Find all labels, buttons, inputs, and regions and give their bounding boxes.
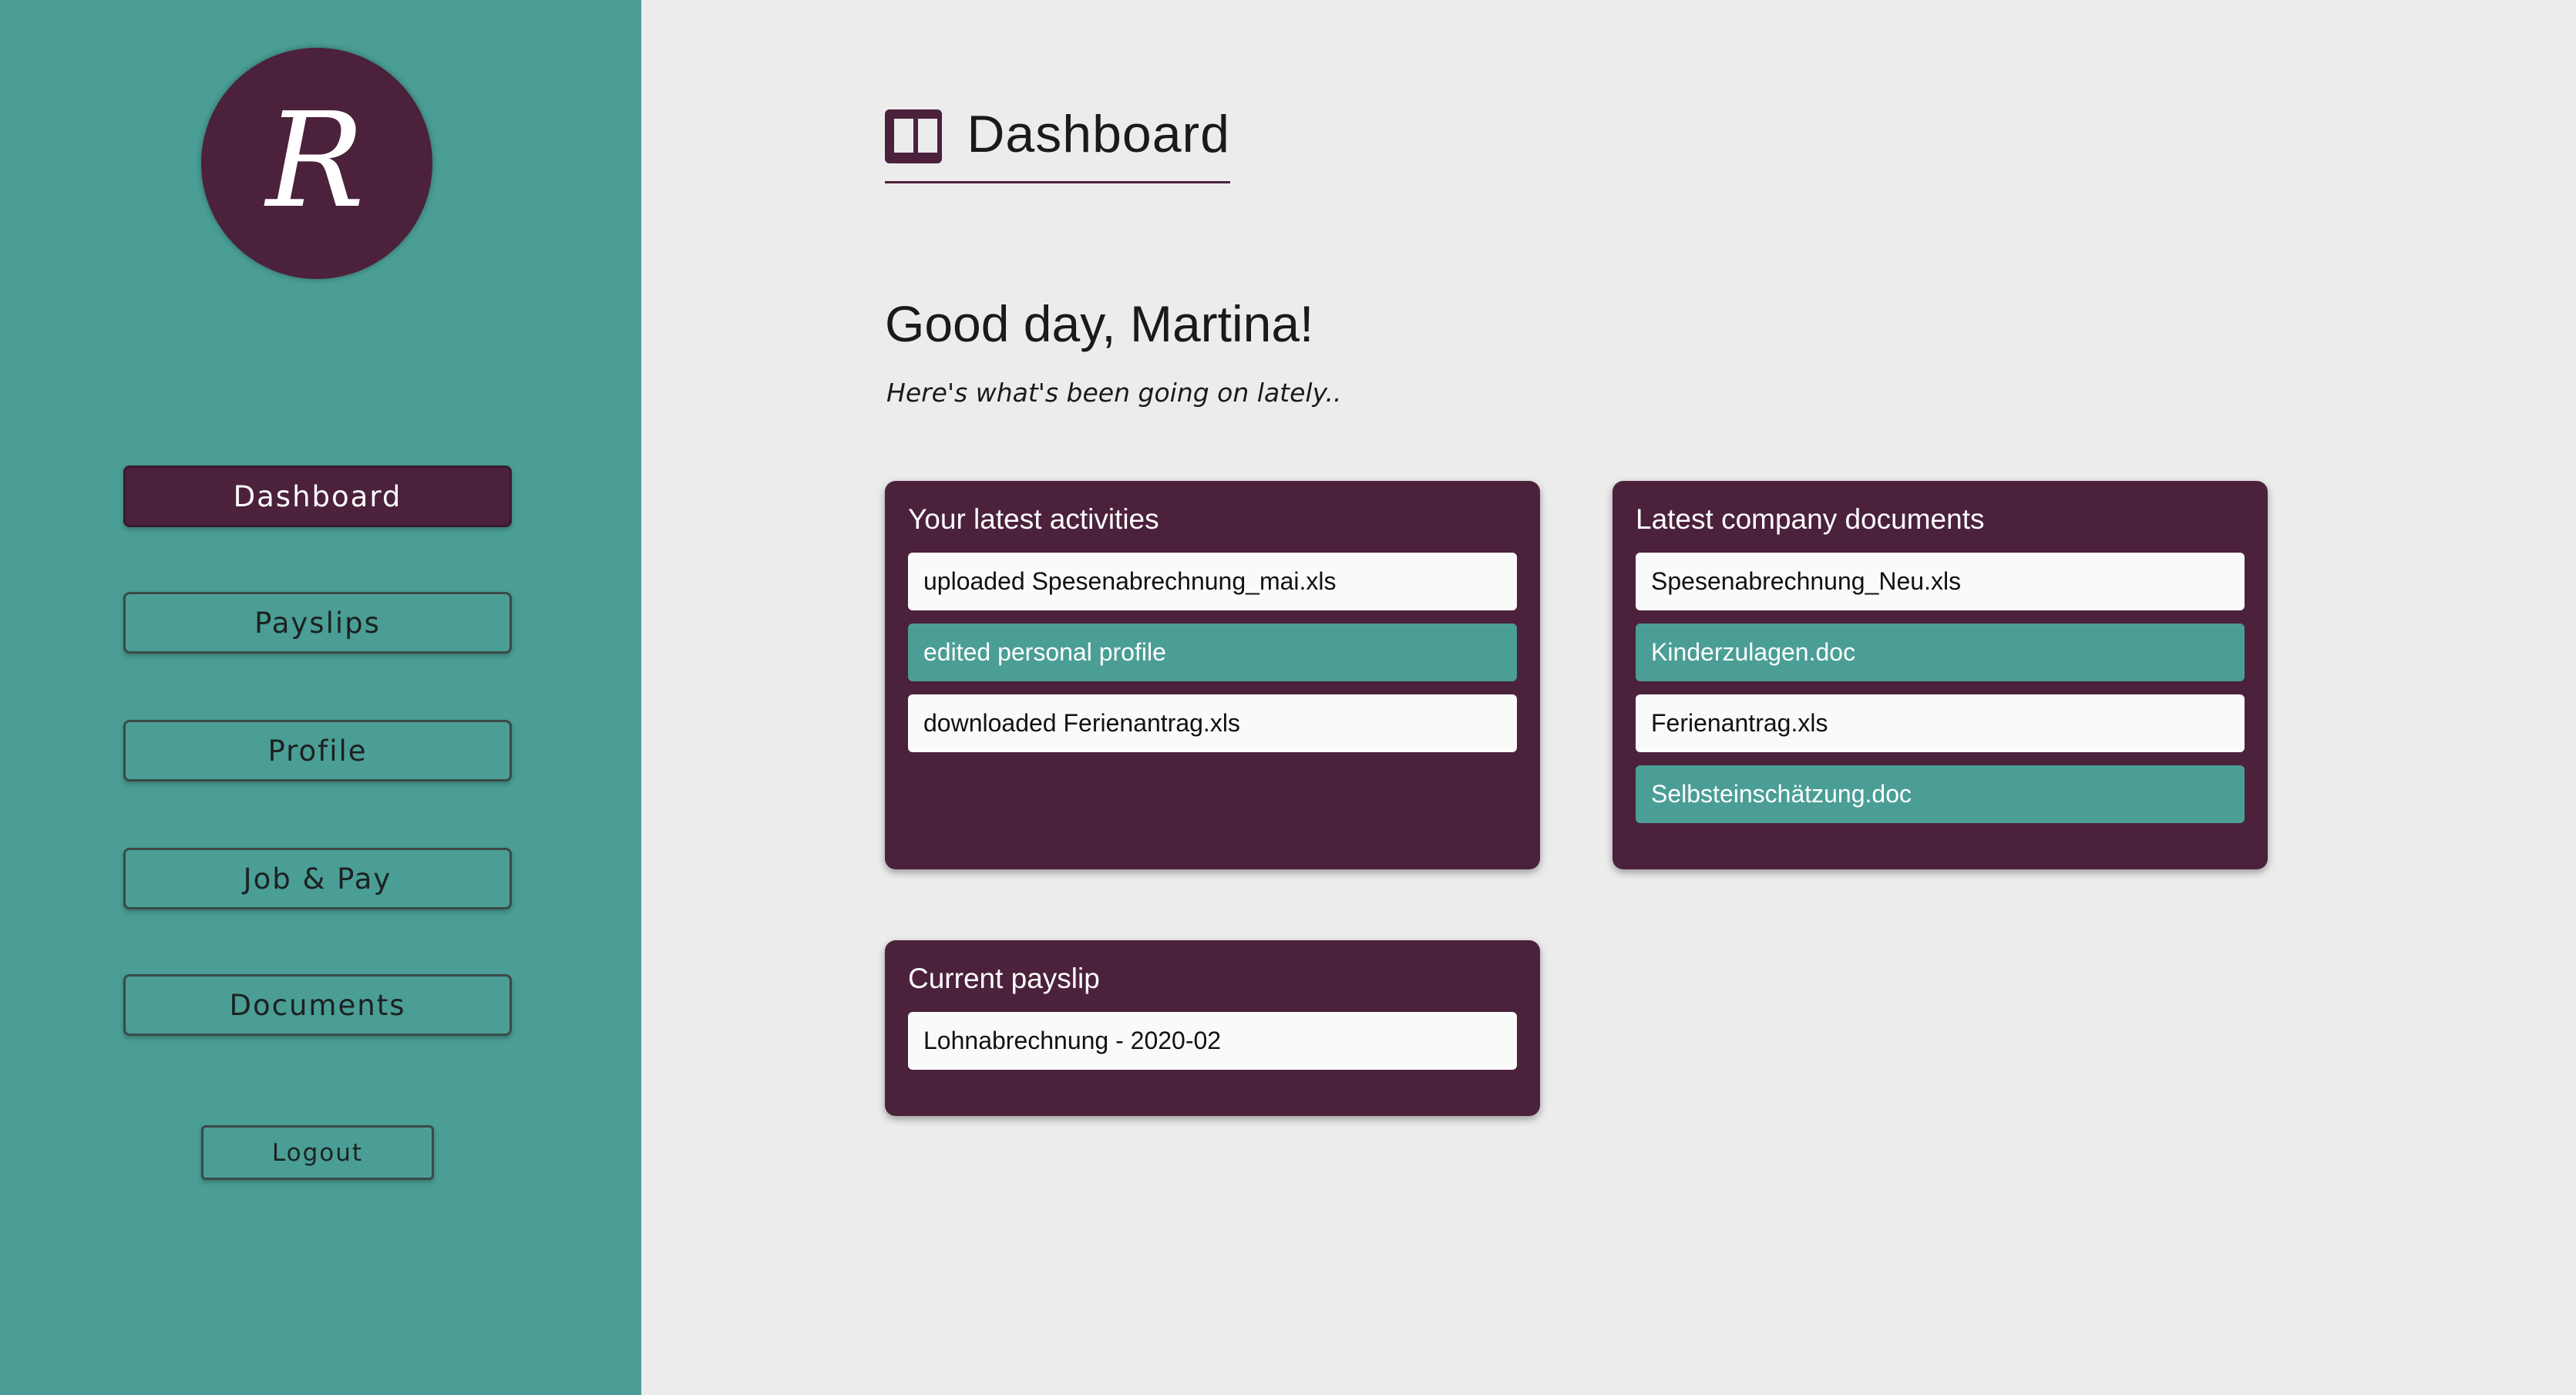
dashboard-icon-left-pane	[894, 119, 913, 153]
greeting-heading: Good day, Martina!	[885, 295, 1314, 352]
nav-dashboard-button[interactable]: Dashboard	[123, 466, 512, 527]
logo-letter: R	[266, 85, 365, 237]
current-payslip-card: Current payslip Lohnabrechnung - 2020-02	[885, 940, 1540, 1116]
sidebar: R Dashboard Payslips Profile Job & Pay D…	[0, 0, 641, 1395]
document-item[interactable]: Selbsteinschätzung.doc	[1636, 765, 2245, 823]
document-item[interactable]: Spesenabrechnung_Neu.xls	[1636, 552, 2245, 610]
logo[interactable]: R	[201, 48, 432, 279]
nav-payslips-button[interactable]: Payslips	[123, 592, 512, 654]
latest-activities-card: Your latest activities uploaded Spesenab…	[885, 481, 1540, 869]
company-documents-card: Latest company documents Spesenabrechnun…	[1613, 481, 2268, 869]
payslip-item[interactable]: Lohnabrechnung - 2020-02	[908, 1011, 1517, 1070]
app: R Dashboard Payslips Profile Job & Pay D…	[0, 0, 2576, 1395]
page-title: Dashboard	[967, 105, 1230, 163]
nav-profile-button[interactable]: Profile	[123, 720, 512, 782]
document-item[interactable]: Ferienantrag.xls	[1636, 694, 2245, 752]
card-title: Your latest activities	[908, 503, 1159, 535]
nav-documents-button[interactable]: Documents	[123, 974, 512, 1036]
logout-button[interactable]: Logout	[201, 1125, 434, 1180]
activity-item[interactable]: uploaded Spesenabrechnung_mai.xls	[908, 552, 1517, 610]
card-title: Latest company documents	[1636, 503, 1985, 535]
nav-job-pay-button[interactable]: Job & Pay	[123, 848, 512, 909]
document-item[interactable]: Kinderzulagen.doc	[1636, 623, 2245, 681]
activity-item[interactable]: edited personal profile	[908, 623, 1517, 681]
card-title: Current payslip	[908, 963, 1100, 994]
dashboard-icon-right-pane	[918, 119, 937, 153]
page-header: Dashboard	[885, 100, 1230, 183]
activity-item[interactable]: downloaded Ferienantrag.xls	[908, 694, 1517, 752]
greeting-subtitle: Here's what's been going on lately..	[886, 378, 1342, 408]
dashboard-icon	[885, 109, 943, 163]
